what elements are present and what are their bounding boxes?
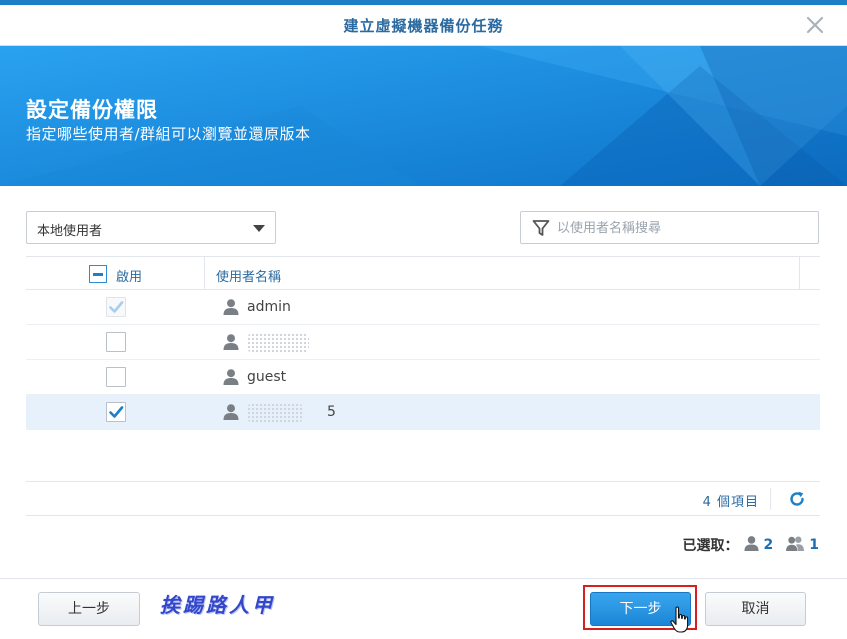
search-field[interactable]: [520, 211, 819, 244]
obscured-username: [247, 333, 309, 353]
grid-pagination-bar: 4 個項目: [26, 481, 820, 516]
table-row[interactable]: admin: [26, 290, 820, 325]
user-icon: [222, 333, 240, 355]
enable-checkbox: [106, 297, 126, 317]
watermark-text: 挨踢路人甲: [160, 593, 275, 617]
column-divider: [799, 257, 800, 290]
wizard-banner: 設定備份權限 指定哪些使用者/群組可以瀏覽並還原版本: [0, 46, 847, 186]
user-icon: [222, 298, 240, 320]
username-text: 5: [327, 404, 336, 420]
user-icon: [743, 535, 760, 556]
selected-users-count: 2: [763, 537, 774, 553]
filter-icon: [532, 219, 550, 241]
column-header-username[interactable]: 使用者名稱: [216, 266, 281, 285]
user-type-value: 本地使用者: [37, 224, 103, 239]
hand-cursor-icon: [670, 606, 692, 638]
cancel-button[interactable]: 取消: [705, 592, 806, 626]
selected-groups-count: 1: [809, 537, 819, 553]
window-titlebar: 建立虛擬機器備份任務: [0, 5, 847, 46]
enable-checkbox[interactable]: [106, 332, 126, 352]
column-divider: [204, 257, 205, 290]
username-text: guest: [247, 369, 287, 385]
enable-checkbox[interactable]: [106, 367, 126, 387]
group-icon: [785, 535, 805, 556]
window-title: 建立虛擬機器備份任務: [343, 17, 504, 35]
wizard-button-bar: 上一步 下一步 取消: [0, 578, 847, 639]
column-header-enable[interactable]: 啟用: [116, 266, 142, 285]
selected-summary: 已選取： 2 1: [682, 535, 819, 556]
table-row-selected[interactable]: 5: [26, 395, 820, 430]
close-icon[interactable]: [803, 13, 827, 37]
grid-header: 啟用 使用者名稱: [26, 256, 820, 290]
obscured-username: [247, 403, 303, 423]
search-input[interactable]: [557, 218, 807, 238]
banner-title: 設定備份權限: [26, 98, 158, 122]
select-all-checkbox[interactable]: [89, 265, 107, 283]
item-count: 4 個項目: [702, 495, 759, 510]
refresh-icon[interactable]: [788, 490, 806, 512]
selected-label: 已選取：: [682, 538, 739, 554]
previous-button[interactable]: 上一步: [38, 592, 140, 626]
enable-checkbox[interactable]: [106, 402, 126, 422]
table-row[interactable]: guest: [26, 360, 820, 395]
permission-grid: 啟用 使用者名稱 admin guest 5: [26, 256, 820, 430]
user-icon: [222, 368, 240, 390]
chevron-down-icon: [253, 225, 265, 232]
footer-divider: [770, 488, 771, 510]
username-text: admin: [247, 299, 291, 315]
banner-subtitle: 指定哪些使用者/群組可以瀏覽並還原版本: [26, 125, 311, 143]
table-row[interactable]: [26, 325, 820, 360]
user-type-dropdown[interactable]: 本地使用者: [26, 211, 276, 244]
user-icon: [222, 403, 240, 425]
